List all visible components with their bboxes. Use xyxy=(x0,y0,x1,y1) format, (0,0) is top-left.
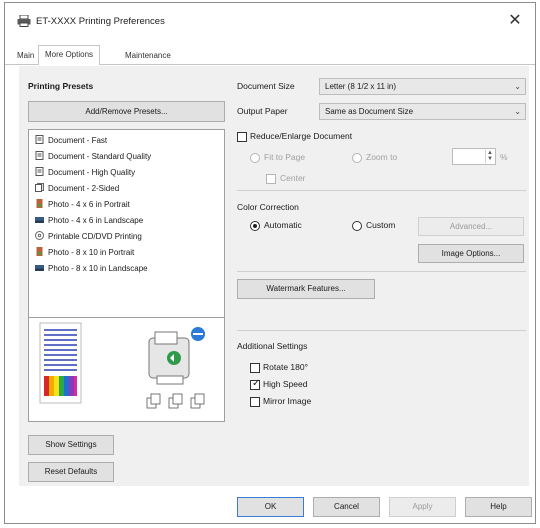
two-sided-document-icon xyxy=(35,183,44,192)
print-preview xyxy=(28,318,225,422)
rotate-180-label: Rotate 180° xyxy=(263,362,308,372)
chevron-down-icon: ⌄ xyxy=(514,107,521,116)
preset-label: Document - 2-Sided xyxy=(48,184,120,193)
preset-item[interactable]: Photo - 8 x 10 in Portrait xyxy=(35,247,134,258)
document-size-select[interactable]: Letter (8 1/2 x 11 in) ⌄ xyxy=(319,78,526,95)
tab-main[interactable]: Main xyxy=(11,49,40,64)
mirror-image-checkbox[interactable] xyxy=(250,397,260,407)
preset-item[interactable]: Photo - 4 x 6 in Landscape xyxy=(35,215,143,226)
color-correction-heading: Color Correction xyxy=(237,202,299,212)
printing-presets-heading: Printing Presets xyxy=(28,81,94,91)
output-paper-select[interactable]: Same as Document Size ⌄ xyxy=(319,103,526,120)
close-button[interactable]: ✕ xyxy=(505,10,525,32)
watermark-features-button[interactable]: Watermark Features... xyxy=(237,279,375,299)
preset-item[interactable]: Document - Standard Quality xyxy=(35,151,151,162)
reset-defaults-button[interactable]: Reset Defaults xyxy=(28,462,114,482)
center-label: Center xyxy=(280,173,306,183)
output-paper-value: Same as Document Size xyxy=(325,107,414,116)
preset-item[interactable]: Document - Fast xyxy=(35,135,107,146)
high-speed-label: High Speed xyxy=(263,379,308,389)
fit-to-page-radio[interactable] xyxy=(250,153,260,163)
document-size-label: Document Size xyxy=(237,81,295,91)
preset-label: Document - High Quality xyxy=(48,168,136,177)
cancel-button[interactable]: Cancel xyxy=(313,497,380,517)
image-options-button[interactable]: Image Options... xyxy=(418,244,524,263)
window-title: ET-XXXX Printing Preferences xyxy=(36,16,165,27)
tab-maintenance[interactable]: Maintenance xyxy=(119,49,177,64)
section-divider xyxy=(237,271,526,272)
page-preview-illustration xyxy=(39,322,205,409)
automatic-radio[interactable] xyxy=(250,221,260,231)
chevron-down-icon: ⌄ xyxy=(514,82,521,91)
center-checkbox[interactable] xyxy=(266,174,276,184)
add-remove-presets-button[interactable]: Add/Remove Presets... xyxy=(28,101,225,122)
rotate-180-checkbox[interactable] xyxy=(250,363,260,373)
printer-icon xyxy=(17,15,31,27)
preset-label: Document - Standard Quality xyxy=(48,152,152,161)
mirror-image-label: Mirror Image xyxy=(263,396,312,406)
zoom-percent-spinner[interactable]: ▲ ▼ xyxy=(452,148,496,165)
check-icon: ✓ xyxy=(252,378,261,389)
custom-label: Custom xyxy=(366,220,396,230)
preset-label: Document - Fast xyxy=(48,136,108,145)
preset-item[interactable]: Photo - 4 x 6 in Portrait xyxy=(35,199,130,210)
additional-settings-heading: Additional Settings xyxy=(237,341,308,351)
photo-portrait-icon xyxy=(36,247,43,256)
preset-item[interactable]: Document - High Quality xyxy=(35,167,135,178)
ok-button[interactable]: OK xyxy=(237,497,304,517)
preset-label: Printable CD/DVD Printing xyxy=(48,232,142,241)
fit-to-page-label: Fit to Page xyxy=(264,152,306,162)
photo-portrait-icon xyxy=(36,199,43,208)
tab-bar: Main More Options Maintenance xyxy=(5,39,535,65)
preset-item[interactable]: Printable CD/DVD Printing xyxy=(35,231,142,242)
output-paper-label: Output Paper xyxy=(237,106,288,116)
presets-list[interactable]: Document - Fast Document - Standard Qual… xyxy=(28,129,225,318)
cd-icon xyxy=(35,231,44,240)
show-settings-button[interactable]: Show Settings xyxy=(28,435,114,455)
zoom-to-radio[interactable] xyxy=(352,153,362,163)
photo-landscape-icon xyxy=(35,217,44,223)
tab-more-options[interactable]: More Options xyxy=(38,45,101,65)
document-icon xyxy=(35,167,44,176)
zoom-to-label: Zoom to xyxy=(366,152,398,162)
document-icon xyxy=(35,151,44,160)
printing-preferences-dialog: ET-XXXX Printing Preferences ✕ Main More… xyxy=(4,2,536,524)
preset-label: Photo - 8 x 10 in Portrait xyxy=(48,248,135,257)
percent-unit: % xyxy=(500,152,508,162)
reduce-enlarge-checkbox[interactable] xyxy=(237,132,247,142)
apply-button[interactable]: Apply xyxy=(389,497,456,517)
automatic-label: Automatic xyxy=(264,220,302,230)
section-divider xyxy=(237,330,526,331)
photo-landscape-icon xyxy=(35,265,44,271)
more-options-panel: Printing Presets Add/Remove Presets... D… xyxy=(19,66,529,486)
dialog-button-bar: OK Cancel Apply Help xyxy=(5,486,535,523)
spinner-arrows-icon[interactable]: ▲ ▼ xyxy=(485,150,494,163)
title-bar: ET-XXXX Printing Preferences ✕ xyxy=(5,3,535,39)
preset-label: Photo - 4 x 6 in Landscape xyxy=(48,216,144,225)
section-divider xyxy=(237,190,526,191)
preset-label: Photo - 8 x 10 in Landscape xyxy=(48,264,148,273)
preset-item[interactable]: Document - 2-Sided xyxy=(35,183,119,194)
preset-label: Photo - 4 x 6 in Portrait xyxy=(48,200,130,209)
high-speed-checkbox[interactable]: ✓ xyxy=(250,378,261,390)
help-button[interactable]: Help xyxy=(465,497,532,517)
preset-item[interactable]: Photo - 8 x 10 in Landscape xyxy=(35,263,148,274)
printer-illustration xyxy=(148,327,205,385)
custom-radio[interactable] xyxy=(352,221,362,231)
document-size-value: Letter (8 1/2 x 11 in) xyxy=(325,82,396,91)
reduce-enlarge-label: Reduce/Enlarge Document xyxy=(250,131,353,141)
document-icon xyxy=(35,135,44,144)
advanced-button[interactable]: Advanced... xyxy=(418,217,524,236)
